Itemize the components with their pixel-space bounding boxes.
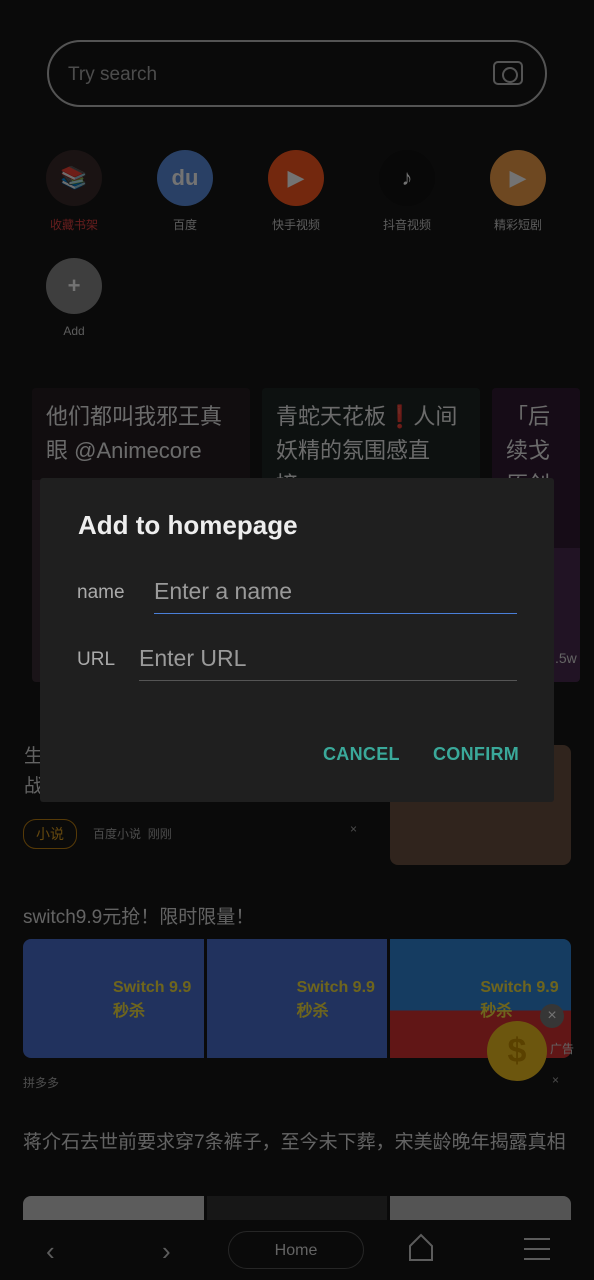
close-icon[interactable]: × [540,1004,564,1028]
shortcut-label: 精彩短剧 [493,218,542,232]
home-tab-button[interactable]: Home [228,1231,364,1269]
shortcut-icon: 📚 [46,150,102,206]
video-title: 他们都叫我邪王真眼 @Animecore [32,388,250,480]
shortcut-icon: du [157,150,213,206]
name-label: name [77,582,125,603]
ad-text: Switch 9.9秒杀 [23,939,204,1058]
feed-title[interactable]: 蒋介石去世前要求穿7条裤子，至今未下葬，宋美龄晚年揭露真相 [23,1128,573,1157]
shortcut-icon: ▶ [268,150,324,206]
search-bar[interactable]: Try search [47,40,547,107]
shortcut-label: 快手视频 [271,218,320,232]
shortcut-item[interactable]: du 百度 [140,150,230,233]
shortcut-item[interactable]: ♪ 抖音视频 [362,150,452,233]
dismiss-icon[interactable]: × [350,822,357,836]
bottom-nav: ‹ › Home [0,1220,594,1280]
name-input[interactable] [154,578,517,614]
shortcut-icon: ♪ [379,150,435,206]
ad-badge: 广告 [550,1042,575,1056]
camera-icon[interactable] [493,61,523,85]
add-to-homepage-dialog: Add to homepage name URL CANCEL CONFIRM [40,478,554,802]
feed-tag: 小说 [23,819,77,849]
shortcut-add[interactable]: + Add [29,258,119,338]
search-placeholder: Try search [68,64,158,85]
url-label: URL [77,649,116,670]
dismiss-icon[interactable]: × [552,1073,559,1087]
shortcut-item[interactable]: 📚 收藏书架 [29,150,119,233]
menu-icon[interactable] [524,1238,550,1260]
shortcut-label: 收藏书架 [49,218,98,232]
shortcut-icon: ▶ [490,150,546,206]
dialog-title: Add to homepage [78,510,298,540]
view-count: .5w [555,650,577,666]
feed-source: 拼多多 [23,1076,60,1090]
shortcut-item[interactable]: ▶ 快手视频 [251,150,341,233]
confirm-button[interactable]: CONFIRM [433,744,519,765]
coin-icon[interactable]: $ [487,1021,547,1081]
shortcut-label: Add [63,324,85,338]
feed-images[interactable] [23,1196,571,1220]
feed-source: 百度小说 [93,827,142,841]
shortcut-item[interactable]: ▶ 精彩短剧 [473,150,563,233]
forward-icon[interactable]: › [162,1236,171,1267]
shortcut-label: 百度 [172,218,197,232]
plus-icon: + [46,258,102,314]
back-icon[interactable]: ‹ [46,1236,55,1267]
feed-time: 刚刚 [147,827,172,841]
feed-title[interactable]: switch9.9元抢！限时限量！ [23,902,254,929]
shortcut-label: 抖音视频 [382,218,431,232]
cancel-button[interactable]: CANCEL [323,744,400,765]
ad-text: Switch 9.9秒杀 [206,939,388,1058]
url-input[interactable] [139,645,517,681]
home-icon[interactable] [408,1232,434,1262]
